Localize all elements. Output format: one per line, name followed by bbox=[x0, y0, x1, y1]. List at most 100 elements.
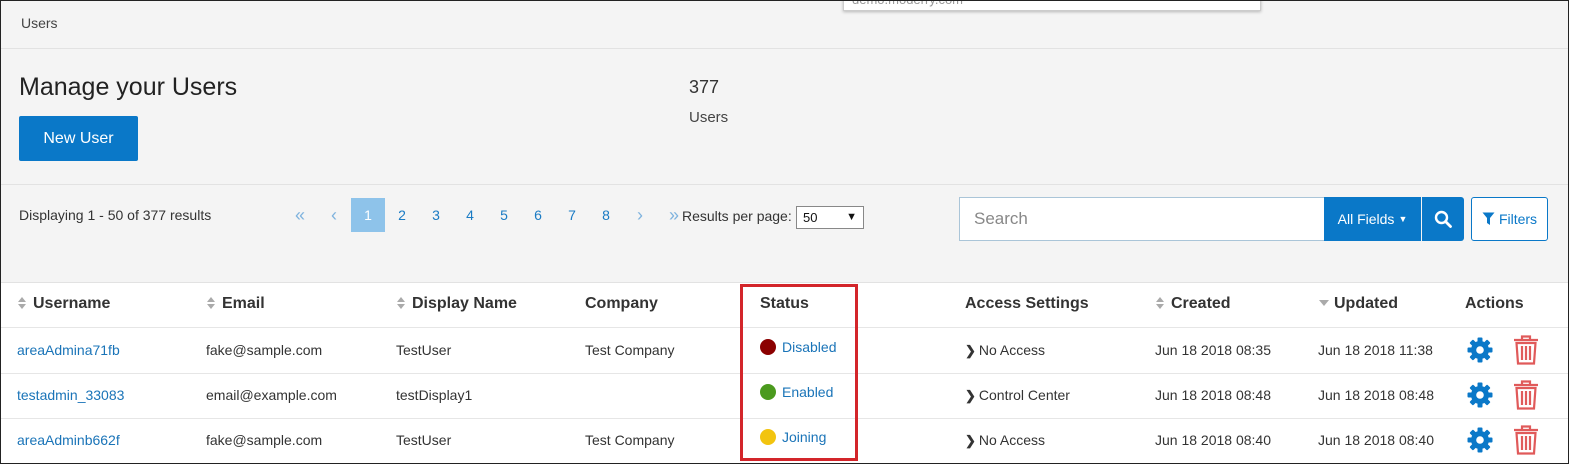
results-per-page-value: 50 bbox=[803, 210, 818, 225]
next-page-icon[interactable]: › bbox=[623, 198, 657, 232]
pagination: « ‹ 1 2 3 4 5 6 7 8 › » bbox=[283, 198, 691, 232]
url-popup: demo.moderry.com bbox=[843, 1, 1261, 11]
column-header-company: Company bbox=[585, 295, 658, 313]
updated-cell: Jun 18 2018 08:40 bbox=[1318, 432, 1434, 448]
header-label: Access Settings bbox=[965, 295, 1089, 312]
new-user-button[interactable]: New User bbox=[19, 116, 138, 161]
table-row: testadmin_33083 email@example.com testDi… bbox=[1, 373, 1568, 419]
created-cell: Jun 18 2018 08:35 bbox=[1155, 342, 1271, 358]
status-label: Disabled bbox=[782, 339, 837, 355]
page-link-5[interactable]: 5 bbox=[487, 198, 521, 232]
users-table: Username Email Display Name Company Stat… bbox=[1, 282, 1568, 463]
column-header-email[interactable]: Email bbox=[206, 295, 265, 313]
status-cell[interactable]: Joining bbox=[760, 429, 826, 445]
prev-page-icon[interactable]: ‹ bbox=[317, 198, 351, 232]
access-settings-toggle[interactable]: ❯ Control Center bbox=[965, 387, 1070, 404]
filter-icon bbox=[1482, 212, 1495, 225]
column-header-username[interactable]: Username bbox=[17, 295, 110, 313]
page-link-2[interactable]: 2 bbox=[385, 198, 419, 232]
header-label: Display Name bbox=[412, 295, 517, 312]
status-label: Joining bbox=[782, 429, 827, 445]
sort-icon bbox=[1155, 297, 1165, 311]
access-settings-label: Control Center bbox=[978, 387, 1070, 403]
status-cell[interactable]: Enabled bbox=[760, 384, 833, 400]
filters-button[interactable]: Filters bbox=[1471, 197, 1548, 241]
updated-cell: Jun 18 2018 11:38 bbox=[1318, 342, 1433, 358]
page-link-1[interactable]: 1 bbox=[351, 198, 385, 232]
access-settings-toggle[interactable]: ❯ No Access bbox=[965, 342, 1045, 359]
trash-icon[interactable] bbox=[1513, 425, 1539, 455]
page-link-8[interactable]: 8 bbox=[589, 198, 623, 232]
column-header-updated[interactable]: Updated bbox=[1318, 295, 1398, 313]
created-cell: Jun 18 2018 08:48 bbox=[1155, 387, 1271, 403]
sort-icon bbox=[206, 297, 216, 311]
status-label: Enabled bbox=[782, 384, 834, 400]
page-title: Manage your Users bbox=[19, 73, 238, 101]
user-count: 377 bbox=[689, 77, 720, 97]
page-link-4[interactable]: 4 bbox=[453, 198, 487, 232]
filters-label: Filters bbox=[1498, 211, 1538, 227]
header-label: Updated bbox=[1334, 295, 1398, 312]
column-header-status: Status bbox=[760, 295, 809, 313]
sort-desc-icon bbox=[1318, 300, 1329, 308]
page-link-3[interactable]: 3 bbox=[419, 198, 453, 232]
updated-cell: Jun 18 2018 08:48 bbox=[1318, 387, 1434, 403]
display-name-cell: TestUser bbox=[396, 342, 452, 358]
trash-icon[interactable] bbox=[1513, 335, 1539, 365]
access-settings-label: No Access bbox=[978, 432, 1046, 448]
trash-icon[interactable] bbox=[1513, 380, 1539, 410]
search-icon bbox=[1434, 210, 1452, 228]
results-per-page-select[interactable]: 50 ▼ bbox=[796, 206, 864, 229]
table-row: areaAdmina71fb fake@sample.com TestUser … bbox=[1, 328, 1568, 374]
username-link[interactable]: areaAdmina71fb bbox=[17, 342, 120, 358]
column-header-created[interactable]: Created bbox=[1155, 295, 1231, 313]
display-name-cell: TestUser bbox=[396, 432, 452, 448]
access-settings-label: No Access bbox=[978, 342, 1046, 358]
breadcrumb[interactable]: Users bbox=[21, 15, 58, 31]
email-cell: fake@sample.com bbox=[206, 432, 323, 448]
username-link[interactable]: testadmin_33083 bbox=[17, 387, 124, 403]
page-link-6[interactable]: 6 bbox=[521, 198, 555, 232]
status-cell[interactable]: Disabled bbox=[760, 339, 836, 355]
divider bbox=[1, 48, 1568, 49]
all-fields-dropdown[interactable]: All Fields ▼ bbox=[1324, 197, 1421, 241]
settings-gear-icon[interactable] bbox=[1466, 336, 1494, 364]
divider bbox=[1, 184, 1568, 185]
header-label: Username bbox=[33, 295, 111, 312]
user-count-label: Users bbox=[689, 109, 729, 126]
created-cell: Jun 18 2018 08:40 bbox=[1155, 432, 1271, 448]
column-header-display-name[interactable]: Display Name bbox=[396, 295, 517, 313]
column-header-actions: Actions bbox=[1465, 295, 1524, 313]
sort-icon bbox=[396, 297, 406, 311]
settings-gear-icon[interactable] bbox=[1466, 381, 1494, 409]
search-button[interactable] bbox=[1422, 197, 1464, 241]
search-input[interactable]: Search bbox=[959, 197, 1324, 241]
results-per-page-label: Results per page: bbox=[682, 208, 792, 224]
display-name-cell: testDisplay1 bbox=[396, 387, 473, 403]
company-cell: Test Company bbox=[585, 432, 675, 448]
email-cell: email@example.com bbox=[206, 387, 337, 403]
column-header-access-settings: Access Settings bbox=[965, 295, 1089, 313]
page-link-7[interactable]: 7 bbox=[555, 198, 589, 232]
header-label: Company bbox=[585, 295, 658, 312]
header-label: Email bbox=[222, 295, 265, 312]
header-label: Actions bbox=[1465, 295, 1524, 312]
status-dot-icon bbox=[760, 339, 776, 355]
header-label: Status bbox=[760, 295, 809, 312]
caret-down-icon: ▼ bbox=[1398, 214, 1408, 224]
chevron-down-icon: ❯ bbox=[965, 388, 976, 403]
results-summary: Displaying 1 - 50 of 377 results bbox=[19, 207, 212, 223]
status-dot-icon bbox=[760, 384, 776, 400]
chevron-down-icon: ❯ bbox=[965, 433, 976, 448]
email-cell: fake@sample.com bbox=[206, 342, 323, 358]
company-cell: Test Company bbox=[585, 342, 675, 358]
app-frame: demo.moderry.com Users Manage your Users… bbox=[0, 0, 1569, 464]
first-page-icon[interactable]: « bbox=[283, 198, 317, 232]
username-link[interactable]: areaAdminb662f bbox=[17, 432, 120, 448]
settings-gear-icon[interactable] bbox=[1466, 426, 1494, 454]
chevron-down-icon: ❯ bbox=[965, 343, 976, 358]
table-row: areaAdminb662f fake@sample.com TestUser … bbox=[1, 418, 1568, 463]
access-settings-toggle[interactable]: ❯ No Access bbox=[965, 432, 1045, 449]
status-dot-icon bbox=[760, 429, 776, 445]
header-label: Created bbox=[1171, 295, 1231, 312]
